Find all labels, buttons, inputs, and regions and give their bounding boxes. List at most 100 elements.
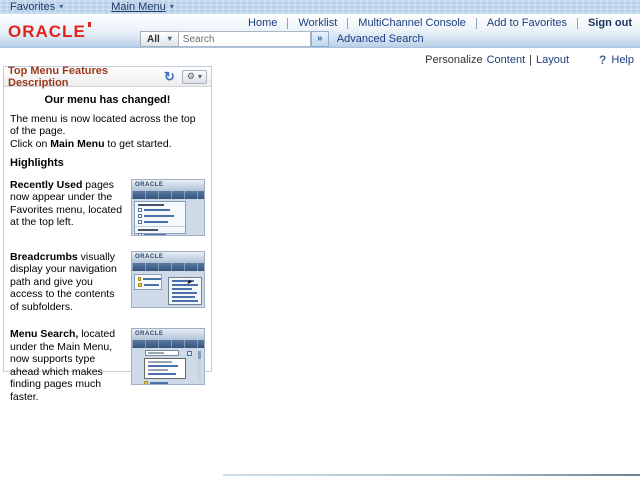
thumbnail-line bbox=[172, 295, 195, 298]
thumbnail-folder-row bbox=[138, 276, 161, 281]
breadcrumbs-thumbnail: ORACLE bbox=[131, 250, 205, 308]
favorites-menu[interactable]: Favorites ▾ bbox=[0, 0, 73, 14]
personalize-layout-link[interactable]: Layout bbox=[536, 54, 569, 66]
thumbnail-line bbox=[172, 299, 198, 302]
search-bar: All ▾ » Advanced Search bbox=[140, 31, 424, 47]
intro-line1: The menu is now located across the top o… bbox=[10, 112, 196, 138]
thumbnail-line bbox=[148, 373, 176, 375]
oracle-logo: ORACLE bbox=[8, 22, 91, 42]
thumbnail-oracle-logo: ORACLE bbox=[132, 329, 204, 340]
thumbnail-line bbox=[148, 369, 168, 371]
thumbnail-checkbox bbox=[138, 219, 142, 224]
thumbnail-folder-icon bbox=[144, 381, 148, 384]
peoplesoft-screen: Favorites ▾ Main Menu ▾ ORACLE Home Work… bbox=[0, 0, 640, 476]
thumbnail-link-row bbox=[138, 219, 185, 224]
thumbnail-folder-icon bbox=[138, 276, 141, 281]
header-nav-links: Home Worklist MultiChannel Console Add t… bbox=[248, 17, 632, 29]
thumbnail-folder-row bbox=[138, 282, 161, 287]
thumbnail-magnifier-icon bbox=[187, 351, 192, 356]
thumbnail-typeahead-dropdown bbox=[144, 358, 186, 379]
thumbnail-scroll-thumb bbox=[198, 351, 201, 359]
thumbnail-checkbox-row bbox=[138, 232, 185, 235]
thumbnail-line bbox=[172, 283, 198, 286]
main-menu-emphasis: Main Menu bbox=[50, 137, 105, 150]
personalize-row: Personalize Content | Layout ? Help bbox=[425, 53, 634, 67]
pagelet-options-button[interactable]: ⚙ ▾ bbox=[181, 69, 207, 84]
menu-search-thumbnail: ORACLE bbox=[131, 328, 205, 385]
search-go-button[interactable]: » bbox=[310, 31, 329, 47]
pagelet-title: Top Menu Features Description bbox=[8, 64, 109, 89]
thumbnail-divider bbox=[135, 225, 185, 227]
personalize-divider: | bbox=[529, 54, 532, 66]
chevron-down-icon: ▾ bbox=[169, 2, 174, 11]
main-menu-label: Main Menu bbox=[111, 1, 166, 13]
thumbnail-folder-icon bbox=[138, 282, 142, 287]
pagelet-body: Our menu has changed! The menu is now lo… bbox=[4, 87, 211, 403]
chevron-down-icon: ▾ bbox=[197, 71, 202, 81]
thumbnail-line bbox=[172, 287, 192, 290]
thumbnail-scrollbar bbox=[198, 351, 201, 381]
personalize-content-link[interactable]: Content bbox=[487, 54, 526, 66]
chevron-down-icon: ▾ bbox=[167, 34, 172, 43]
thumbnail-line bbox=[143, 277, 161, 280]
top-menu-bar: Favorites ▾ Main Menu ▾ bbox=[0, 0, 640, 14]
help-icon[interactable]: ? bbox=[599, 53, 606, 67]
thumbnail-folder-panel bbox=[134, 273, 162, 290]
thumbnail-line bbox=[144, 208, 170, 211]
nav-home-link[interactable]: Home bbox=[248, 17, 277, 29]
top-menu-features-pagelet: Top Menu Features Description ↻ ⚙ ▾ Our … bbox=[3, 64, 212, 403]
thumbnail-search-box bbox=[145, 350, 179, 356]
main-menu[interactable]: Main Menu ▾ bbox=[101, 0, 183, 14]
thumbnail-line bbox=[148, 361, 172, 363]
logo-trademark bbox=[87, 22, 91, 27]
nav-add-to-favorites-link[interactable]: Add to Favorites bbox=[487, 17, 567, 29]
thumbnail-line bbox=[172, 291, 197, 294]
thumbnail-menu-bar bbox=[132, 190, 204, 199]
thumbnail-link-row bbox=[138, 213, 185, 218]
highlight-text: Recently Used pages now appear under the… bbox=[10, 178, 123, 229]
search-input[interactable] bbox=[178, 31, 311, 47]
highlight-text: Breadcrumbs visually display your naviga… bbox=[10, 250, 117, 313]
intro-paragraph: The menu is now located across the top o… bbox=[10, 113, 205, 151]
highlight-recently-used: Recently Used pages now appear under the… bbox=[10, 178, 205, 236]
pagelet-header: Top Menu Features Description ↻ ⚙ ▾ bbox=[4, 64, 211, 89]
sign-out-link[interactable]: Sign out bbox=[588, 17, 632, 29]
nav-multichannel-console-link[interactable]: MultiChannel Console bbox=[358, 17, 466, 29]
gear-icon: ⚙ bbox=[186, 71, 195, 81]
help-link[interactable]: Help bbox=[611, 54, 634, 66]
search-scope-select[interactable]: All ▾ bbox=[140, 31, 179, 47]
highlight-menu-search: Menu Search, located under the Main Menu… bbox=[10, 328, 205, 403]
nav-divider bbox=[287, 17, 289, 29]
nav-divider bbox=[577, 17, 578, 29]
thumbnail-line bbox=[144, 214, 174, 217]
thumbnail-breadcrumb-bar bbox=[132, 262, 204, 271]
highlights-heading: Highlights bbox=[10, 157, 64, 169]
thumbnail-oracle-logo: ORACLE bbox=[132, 251, 204, 263]
recently-used-thumbnail: ORACLE bbox=[131, 178, 205, 236]
bottom-edge-bar bbox=[223, 474, 640, 476]
thumbnail-menu-bar bbox=[132, 340, 204, 348]
nav-divider bbox=[347, 17, 349, 29]
search-scope-value: All bbox=[147, 33, 160, 45]
thumbnail-line bbox=[148, 352, 164, 354]
highlight-text: Menu Search, located under the Main Menu… bbox=[10, 328, 116, 403]
thumbnail-line bbox=[138, 203, 164, 206]
advanced-search-link[interactable]: Advanced Search bbox=[337, 33, 424, 45]
thumbnail-checkbox bbox=[138, 207, 142, 212]
refresh-icon[interactable]: ↻ bbox=[164, 70, 175, 83]
header: ORACLE Home Worklist MultiChannel Consol… bbox=[0, 14, 640, 48]
thumbnail-line bbox=[148, 365, 178, 367]
announcement-text: Our menu has changed! bbox=[44, 94, 171, 106]
thumbnail-checkbox bbox=[138, 213, 142, 218]
thumbnail-folder-row bbox=[144, 381, 168, 384]
help-group: ? Help bbox=[599, 53, 634, 67]
nav-worklist-link[interactable]: Worklist bbox=[298, 17, 337, 29]
nav-divider bbox=[475, 17, 477, 29]
thumbnail-line bbox=[144, 220, 168, 223]
thumbnail-line bbox=[150, 382, 168, 384]
thumbnail-line bbox=[138, 228, 158, 231]
chevron-down-icon: ▾ bbox=[59, 2, 64, 11]
thumbnail-checkbox bbox=[138, 232, 142, 235]
thumbnail-oracle-logo: ORACLE bbox=[132, 179, 204, 191]
thumbnail-line bbox=[144, 233, 166, 235]
